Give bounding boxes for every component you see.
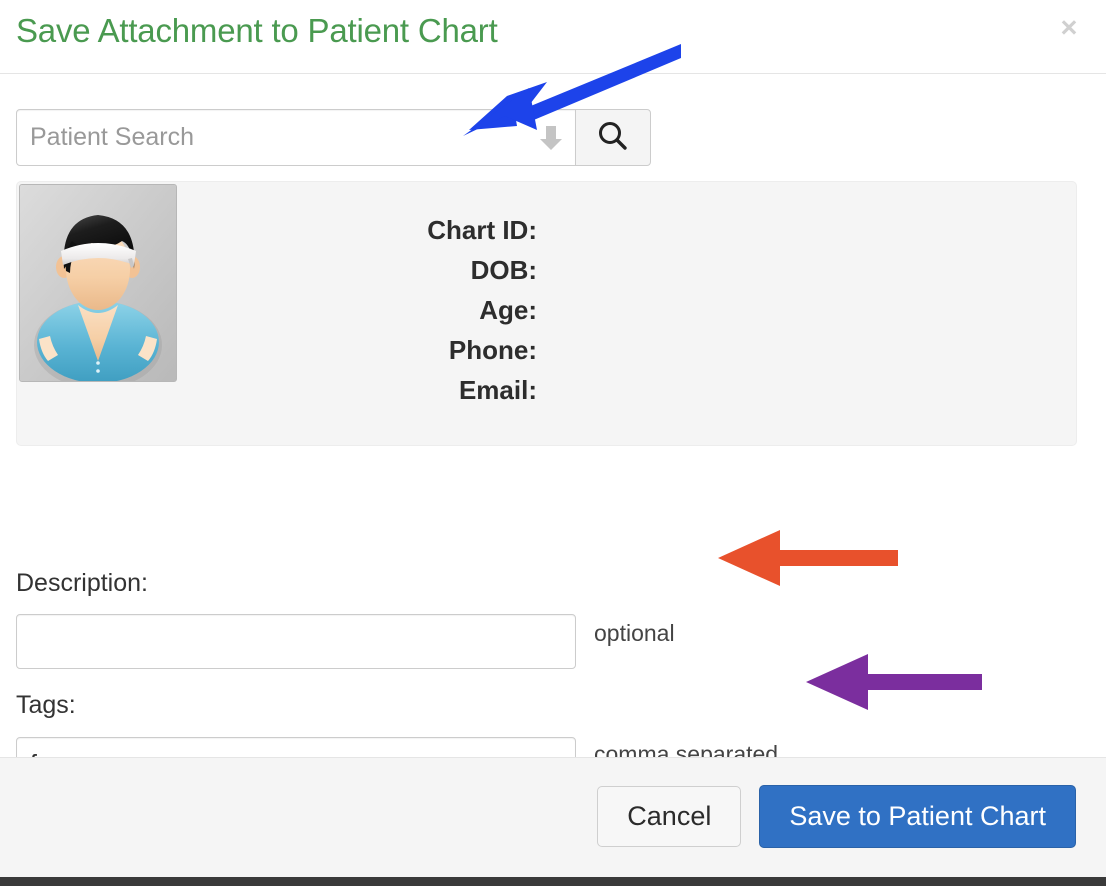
page-bottom-edge (0, 877, 1106, 886)
patient-search-button[interactable] (575, 109, 651, 166)
save-to-patient-chart-button[interactable]: Save to Patient Chart (759, 785, 1076, 848)
patient-field-chart-id: Chart ID: (427, 215, 537, 245)
description-hint: optional (594, 620, 675, 646)
patient-search-input-wrap (16, 109, 576, 166)
close-icon[interactable]: × (1054, 13, 1084, 43)
modal-header: Save Attachment to Patient Chart × (0, 0, 1106, 74)
modal-footer: Cancel Save to Patient Chart (0, 757, 1106, 877)
patient-field-dob: DOB: (470, 255, 537, 285)
tags-label: Tags: (16, 691, 76, 719)
patient-field-list: Chart ID: DOB: Age: Phone: Email: (217, 210, 537, 410)
patient-avatar-icon (19, 184, 177, 382)
description-input[interactable] (16, 614, 576, 669)
modal-body: Chart ID: DOB: Age: Phone: Email: Descri… (0, 74, 1106, 792)
footer-button-group: Cancel Save to Patient Chart (597, 785, 1076, 848)
save-attachment-modal: Save Attachment to Patient Chart × Patie… (0, 0, 1106, 886)
description-label: Description: (16, 569, 148, 597)
patient-field-phone: Phone: (448, 335, 537, 365)
patient-search-row (16, 109, 651, 166)
search-icon (596, 119, 630, 156)
patient-field-email: Email: (458, 375, 537, 405)
patient-field-age: Age: (479, 295, 537, 325)
patient-search-input[interactable] (16, 109, 576, 166)
cancel-button[interactable]: Cancel (597, 786, 742, 847)
page-title: Save Attachment to Patient Chart (16, 12, 498, 49)
patient-info-panel: Chart ID: DOB: Age: Phone: Email: (16, 181, 1077, 446)
